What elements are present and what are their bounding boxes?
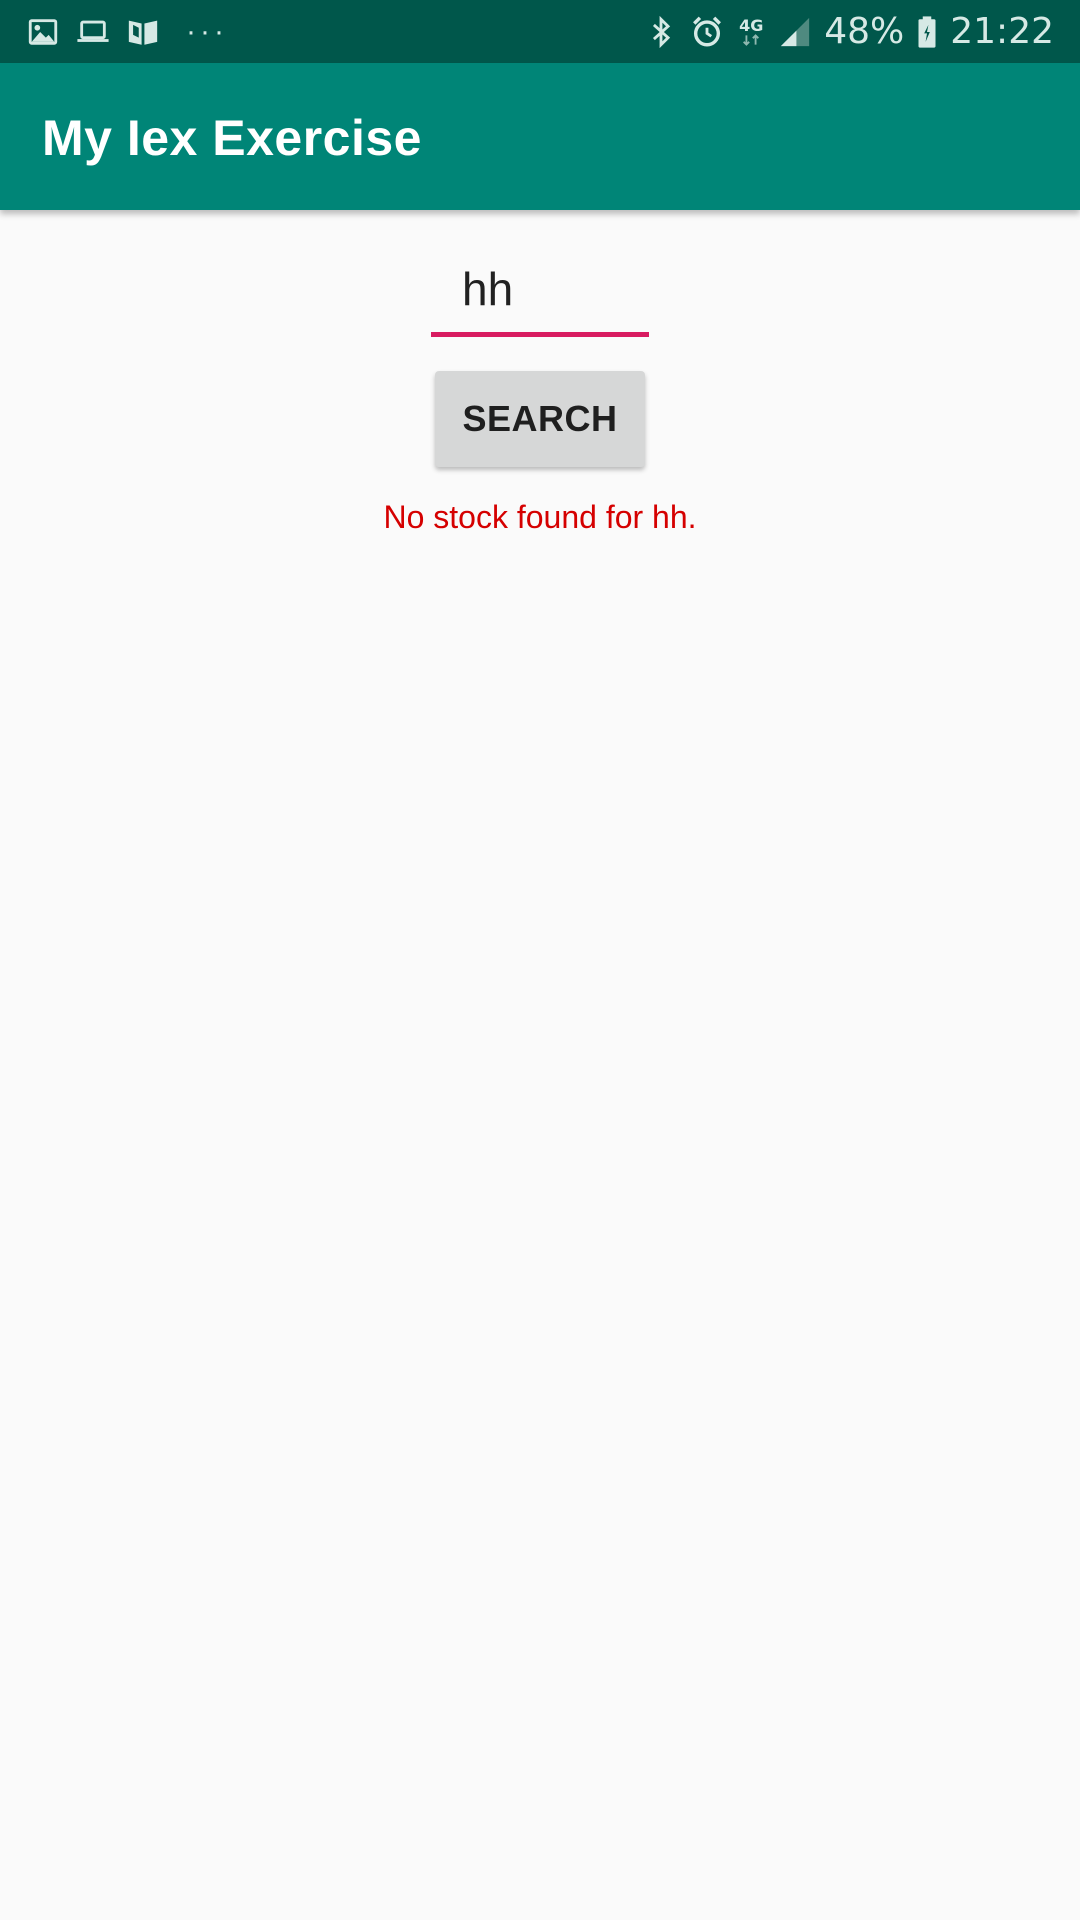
alarm-icon: [690, 15, 724, 49]
no-result-message: No stock found for hh.: [383, 499, 697, 535]
signal-icon: [778, 15, 812, 49]
notification-icons: ···: [26, 14, 228, 50]
search-button[interactable]: SEARCH: [435, 371, 645, 467]
battery-percentage: 48%: [824, 11, 905, 52]
more-notifications-icon: ···: [186, 15, 228, 48]
app-title: My Iex Exercise: [42, 110, 422, 166]
laptop-icon: [76, 15, 110, 49]
network-type-label: 4G: [739, 16, 764, 35]
app-bar: My Iex Exercise: [0, 63, 1080, 210]
status-bar: ··· 4G 48% 21:22: [0, 0, 1080, 63]
network-4g-icon: 4G: [736, 15, 766, 49]
gallery-icon: [26, 15, 60, 49]
bluetooth-icon: [644, 15, 678, 49]
search-input[interactable]: [431, 250, 649, 328]
book-icon: [126, 15, 160, 49]
clock: 21:22: [950, 11, 1054, 52]
search-input-underline: [431, 332, 649, 337]
search-field[interactable]: [431, 250, 649, 338]
battery-icon: [916, 15, 938, 49]
system-icons: 4G 48% 21:22: [644, 10, 1054, 54]
